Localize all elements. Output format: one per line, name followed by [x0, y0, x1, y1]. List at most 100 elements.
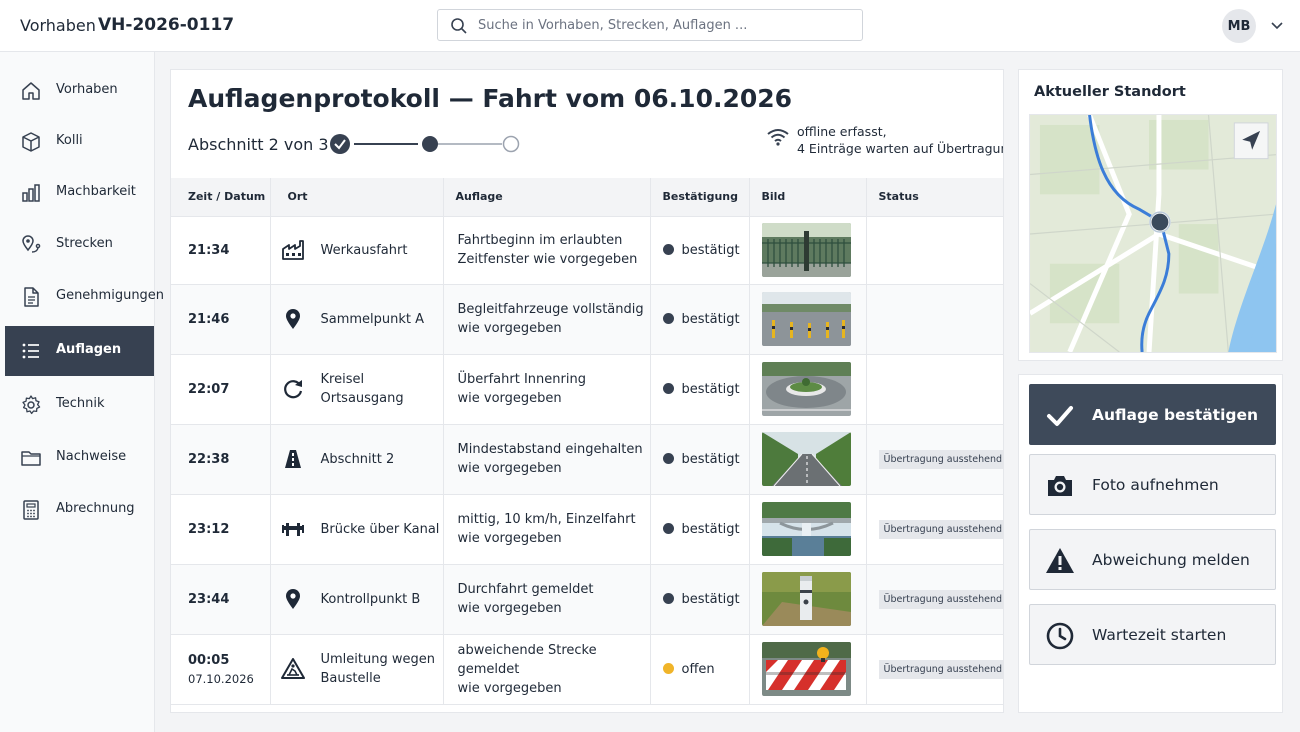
location-map[interactable] — [1029, 114, 1277, 353]
column-header-auflage[interactable]: Auflage — [443, 178, 651, 217]
page-title: Auflagenprotokoll — Fahrt vom 06.10.2026 — [188, 84, 793, 113]
row-time-value: 22:38 — [188, 451, 230, 467]
column-header-image[interactable]: Bild — [749, 178, 867, 217]
barrier-photo-thumbnail[interactable] — [761, 642, 851, 696]
row-confirmation-label: bestätigt — [681, 311, 740, 327]
row-time-value: 23:44 — [188, 591, 230, 607]
row-auflage: abweichende Strecke gemeldet wie vorgegeb… — [443, 634, 651, 705]
row-location: Werkausfahrt — [270, 216, 444, 285]
row-auflage-line2: wie vorgegeben — [457, 531, 562, 546]
protocol-panel: Auflagenprotokoll — Fahrt vom 06.10.2026… — [170, 69, 1004, 713]
sidebar-item-label: Vorhaben — [56, 82, 118, 97]
bridge-photo-thumbnail[interactable] — [761, 502, 851, 556]
row-image — [749, 216, 867, 285]
roundabout-photo-thumbnail[interactable] — [761, 362, 851, 416]
gate-photo-thumbnail[interactable] — [761, 223, 851, 277]
column-header-confirmation[interactable]: Bestätigung — [650, 178, 750, 217]
sidebar-item-technik[interactable]: Technik — [5, 380, 154, 430]
table-row[interactable]: 22:07 Kreisel Ortsausgang Überfahrt Inne… — [171, 354, 1003, 425]
table-row[interactable]: 21:34 Werkausfahrt Fahrtbeginn im erlaub… — [171, 216, 1003, 285]
row-auflage-line2: wie vorgegeben — [457, 321, 562, 336]
status-badge: Übertragung ausstehend — [878, 589, 1003, 609]
table-row[interactable]: 21:46 Sammelpunkt A Begleitfahrzeuge vol… — [171, 284, 1003, 355]
sidebar-item-vorhaben[interactable]: Vorhaben — [5, 66, 154, 116]
status-dot — [662, 522, 674, 534]
row-time: 22:07 — [171, 354, 271, 425]
status-dot — [662, 452, 674, 464]
sidebar-item-nachweise[interactable]: Nachweise — [5, 433, 154, 483]
row-location-label: Kontrollpunkt B — [320, 591, 421, 607]
milestone-photo-thumbnail[interactable] — [761, 572, 851, 626]
row-time: 21:34 — [171, 216, 271, 285]
bridge-icon — [281, 523, 304, 536]
sidebar-item-label: Kolli — [56, 133, 83, 148]
sidebar-item-label: Technik — [56, 396, 105, 411]
row-location-label: Kreisel Ortsausgang — [320, 372, 404, 406]
status-badge: Übertragung ausstehend — [878, 519, 1003, 539]
sidebar-item-machbarkeit[interactable]: Machbarkeit — [5, 168, 154, 218]
row-image — [749, 354, 867, 425]
road-photo-thumbnail[interactable] — [761, 432, 851, 486]
sidebar-item-abrechnung[interactable]: Abrechnung — [5, 485, 154, 535]
row-location: Kreisel Ortsausgang — [270, 354, 444, 425]
row-time-value: 23:12 — [188, 521, 230, 537]
row-status — [866, 216, 1003, 285]
search-box[interactable] — [437, 9, 863, 41]
search-icon — [451, 18, 467, 34]
table-row[interactable]: 22:38 Abschnitt 2 Mindestabstand eingeha… — [171, 424, 1003, 495]
row-auflage-line1: Fahrtbeginn im erlaubten — [457, 233, 623, 248]
action-label: Auflage bestätigen — [1092, 406, 1259, 424]
column-header-location[interactable]: Ort — [270, 178, 444, 217]
row-location: Umleitung wegen Baustelle — [270, 634, 444, 705]
row-date-value: 07.10.2026 — [188, 671, 254, 686]
table-row[interactable]: 23:44 Kontrollpunkt B Durchfahrt gemelde… — [171, 564, 1003, 635]
row-auflage-line2: Zeitfenster wie vorgegeben — [457, 252, 638, 267]
avatar[interactable]: MB — [1222, 9, 1256, 43]
step-done — [330, 134, 350, 154]
location-card: Aktueller Standort — [1018, 69, 1283, 361]
row-location-label: Brücke über Kanal — [320, 521, 440, 537]
search-input[interactable] — [478, 15, 848, 35]
sidebar-item-label: Strecken — [56, 236, 113, 251]
take-photo-button[interactable]: Foto aufnehmen — [1029, 454, 1276, 515]
start-wait-time-button[interactable]: Wartezeit starten — [1029, 604, 1276, 665]
row-time-value: 00:05 — [188, 652, 230, 668]
row-image — [749, 634, 867, 705]
report-deviation-button[interactable]: Abweichung melden — [1029, 529, 1276, 590]
bar-chart-icon — [22, 184, 40, 202]
navigate-button[interactable] — [1233, 122, 1269, 160]
sidebar-item-label: Auflagen — [56, 342, 122, 357]
row-location: Sammelpunkt A — [270, 284, 444, 355]
lot-photo-thumbnail[interactable] — [761, 292, 851, 346]
sidebar-item-genehmigungen[interactable]: Genehmigungen — [5, 272, 164, 322]
gear-icon — [22, 395, 41, 415]
chevron-down-icon[interactable] — [1270, 19, 1284, 33]
warning-icon — [1046, 548, 1074, 573]
row-auflage-line2: wie vorgegeben — [457, 680, 562, 696]
table-header-row: Zeit / Datum Ort Auflage Bestätigung Bil… — [171, 178, 1003, 217]
sidebar-item-auflagen[interactable]: Auflagen — [5, 326, 154, 376]
row-time-value: 21:34 — [188, 242, 230, 258]
row-location-label: Sammelpunkt A — [320, 311, 425, 327]
row-auflage: Fahrtbeginn im erlaubten Zeitfenster wie … — [443, 216, 651, 285]
action-label: Wartezeit starten — [1092, 626, 1227, 644]
row-image — [749, 494, 867, 565]
row-auflage: mittig, 10 km/h, Einzelfahrt wie vorgegeb… — [443, 494, 651, 565]
column-header-time[interactable]: Zeit / Datum — [171, 178, 271, 217]
sidebar-item-strecken[interactable]: Strecken — [5, 220, 154, 270]
row-status: Übertragung ausstehend — [866, 564, 1003, 635]
row-auflage-line1: mittig, 10 km/h, Einzelfahrt — [457, 512, 636, 527]
row-location-label: Abschnitt 2 — [320, 451, 395, 467]
table-row[interactable]: 00:05 07.10.2026 Umleitung wegen Baustell… — [171, 634, 1003, 705]
column-header-status[interactable]: Status — [866, 178, 1003, 217]
row-location-label: Umleitung wegen Baustelle — [320, 652, 435, 686]
status-dot — [662, 382, 674, 394]
action-label: Abweichung melden — [1092, 551, 1250, 569]
row-confirmation-label: offen — [681, 661, 715, 677]
table-row[interactable]: 23:12 Brücke über Kanal mittig, 10 km/h,… — [171, 494, 1003, 565]
confirm-auflage-button[interactable]: Auflage bestätigen — [1029, 384, 1276, 445]
sidebar-item-kolli[interactable]: Kolli — [5, 117, 154, 167]
status-dot — [662, 592, 674, 604]
row-auflage-line2: wie vorgegeben — [457, 391, 562, 406]
breadcrumb-section[interactable]: Vorhaben — [20, 16, 96, 35]
